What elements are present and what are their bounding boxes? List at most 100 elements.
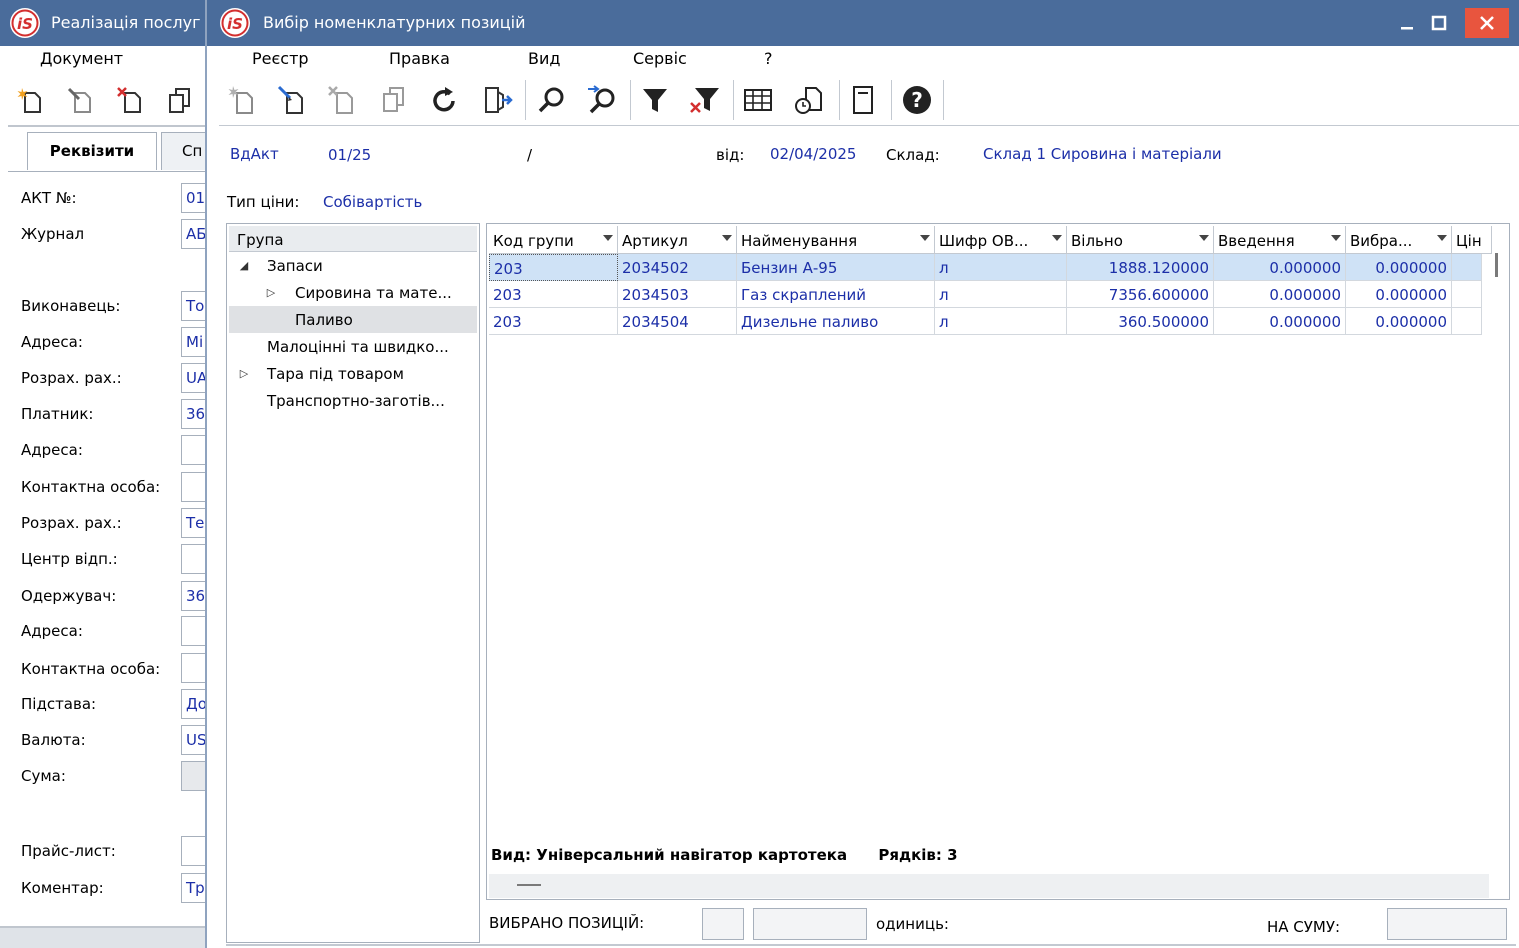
units-label: одиниць:	[876, 915, 949, 933]
vertical-scroll-thumb[interactable]	[1495, 253, 1498, 277]
expanded-arrow-icon[interactable]: ◢	[237, 258, 251, 272]
search-icon[interactable]	[532, 80, 572, 120]
refresh-icon[interactable]	[425, 80, 465, 120]
selected-units-box	[753, 908, 867, 940]
new-icon[interactable]	[222, 80, 262, 120]
new-doc-icon[interactable]	[12, 82, 48, 118]
dropdown-arrow-icon[interactable]	[722, 235, 732, 241]
tree-item-packaging[interactable]: ▷ Тара під товаром	[229, 360, 477, 387]
column-name[interactable]: Найменування	[737, 226, 935, 254]
filter-icon[interactable]	[635, 80, 675, 120]
field-label: Контактна особа:	[21, 478, 161, 496]
vertical-scrollbar[interactable]	[1490, 254, 1508, 864]
tree-item-transport-costs[interactable]: Транспортно-заготів...	[229, 387, 477, 414]
column-entered[interactable]: Введення	[1214, 226, 1346, 254]
tree-header[interactable]: Група	[229, 226, 477, 252]
horizontal-scrollbar[interactable]	[489, 874, 1489, 898]
maximize-button[interactable]	[1417, 8, 1461, 38]
field-label: Адреса:	[21, 441, 83, 459]
field-label: Підстава:	[21, 695, 97, 713]
column-selected[interactable]: Вибра...	[1346, 226, 1452, 254]
field-label: Прайс-лист:	[21, 842, 116, 860]
tree-item-low-value[interactable]: Малоцінні та швидко...	[229, 333, 477, 360]
toolbar-separator	[891, 80, 892, 120]
dialog-title: Вибір номенклатурних позицій	[263, 13, 526, 32]
cell-unit: л	[935, 308, 1067, 335]
cell-entered[interactable]: 0.000000	[1214, 281, 1346, 308]
close-button[interactable]	[1465, 8, 1509, 38]
toolbar-separator	[943, 80, 944, 120]
cell-free: 7356.600000	[1067, 281, 1214, 308]
grid-header: Код групи Артикул Найменування Шифр ОВ..…	[489, 226, 1492, 254]
app-logo-icon: iS	[9, 7, 41, 43]
menu-view[interactable]: Вид	[528, 49, 560, 68]
column-title: Код групи	[493, 232, 574, 250]
collapsed-arrow-icon[interactable]: ▷	[237, 366, 251, 380]
tree-item-label: Паливо	[295, 311, 353, 329]
horizontal-scroll-thumb[interactable]	[517, 884, 541, 886]
sum-box	[1387, 908, 1507, 940]
menu-edit[interactable]: Правка	[389, 49, 450, 68]
dropdown-arrow-icon[interactable]	[1331, 235, 1341, 241]
grid-status: Вид: Універсальний навігатор картотека Р…	[491, 846, 958, 864]
background-menu-bar: Документ	[0, 46, 210, 74]
column-unit-code[interactable]: Шифр ОВ...	[935, 226, 1067, 254]
cell-unit: л	[935, 254, 1067, 281]
export-icon[interactable]	[477, 80, 517, 120]
tree-item-fuel[interactable]: Паливо	[229, 306, 477, 333]
field-label: Розрах. рах.:	[21, 514, 122, 532]
svg-text:iS: iS	[227, 15, 243, 33]
dropdown-arrow-icon[interactable]	[1199, 235, 1209, 241]
price-type-label: Тип ціни:	[227, 193, 300, 211]
dropdown-arrow-icon[interactable]	[1437, 235, 1447, 241]
field-label: Валюта:	[21, 731, 86, 749]
tree-item-label: Транспортно-заготів...	[267, 392, 445, 410]
column-group-code[interactable]: Код групи	[489, 226, 618, 254]
cell-article: 2034502	[618, 254, 737, 281]
help-icon[interactable]: ?	[897, 80, 937, 120]
cell-selected: 0.000000	[1346, 281, 1452, 308]
delete-doc-icon[interactable]	[112, 82, 148, 118]
table-icon[interactable]	[738, 80, 778, 120]
table-row[interactable]: 203 2034503 Газ скраплений л 7356.600000…	[489, 281, 1482, 308]
search-next-icon[interactable]	[582, 80, 622, 120]
card-icon[interactable]	[843, 80, 883, 120]
clear-filter-icon[interactable]	[685, 80, 725, 120]
menu-help[interactable]: ?	[764, 49, 773, 68]
dropdown-arrow-icon[interactable]	[1052, 235, 1062, 241]
menu-registry[interactable]: Реєстр	[252, 49, 309, 68]
delete-icon[interactable]	[322, 80, 362, 120]
warehouse-value: Склад 1 Сировина і матеріали	[983, 145, 1222, 163]
dropdown-arrow-icon[interactable]	[603, 235, 613, 241]
tab-specification[interactable]: Сп	[161, 132, 210, 170]
number-separator: /	[527, 146, 533, 164]
background-bottom-bar	[0, 926, 210, 948]
column-title: Артикул	[622, 232, 688, 250]
collapsed-arrow-icon[interactable]: ▷	[264, 285, 278, 299]
items-grid: Код групи Артикул Найменування Шифр ОВ..…	[486, 223, 1510, 900]
column-free[interactable]: Вільно	[1067, 226, 1214, 254]
dropdown-arrow-icon[interactable]	[920, 235, 930, 241]
dialog-title-bar: iS Вибір номенклатурних позицій	[207, 0, 1519, 46]
cell-entered[interactable]: 0.000000	[1214, 254, 1346, 281]
menu-document[interactable]: Документ	[40, 49, 123, 68]
column-article[interactable]: Артикул	[618, 226, 737, 254]
edit-icon[interactable]	[272, 80, 312, 120]
cell-name: Дизельне паливо	[737, 308, 935, 335]
copy-icon[interactable]	[374, 80, 414, 120]
tree-item-stocks[interactable]: ◢ Запаси	[229, 252, 477, 279]
tree-item-raw-materials[interactable]: ▷ Сировина та мате...	[229, 279, 477, 306]
copy-doc-icon[interactable]	[162, 82, 198, 118]
history-icon[interactable]	[789, 80, 829, 120]
warehouse-label: Склад:	[886, 146, 940, 164]
edit-doc-icon[interactable]	[62, 82, 98, 118]
cell-entered[interactable]: 0.000000	[1214, 308, 1346, 335]
table-row[interactable]: 203 2034502 Бензин А-95 л 1888.120000 0.…	[489, 254, 1482, 281]
column-price[interactable]: Цін	[1452, 226, 1492, 254]
column-title: Шифр ОВ...	[939, 232, 1029, 250]
table-row[interactable]: 203 2034504 Дизельне паливо л 360.500000…	[489, 308, 1482, 335]
toolbar-separator	[8, 125, 210, 127]
menu-service[interactable]: Сервіс	[633, 49, 687, 68]
tab-requisites[interactable]: Реквізити	[27, 132, 157, 170]
svg-text:iS: iS	[17, 15, 33, 33]
